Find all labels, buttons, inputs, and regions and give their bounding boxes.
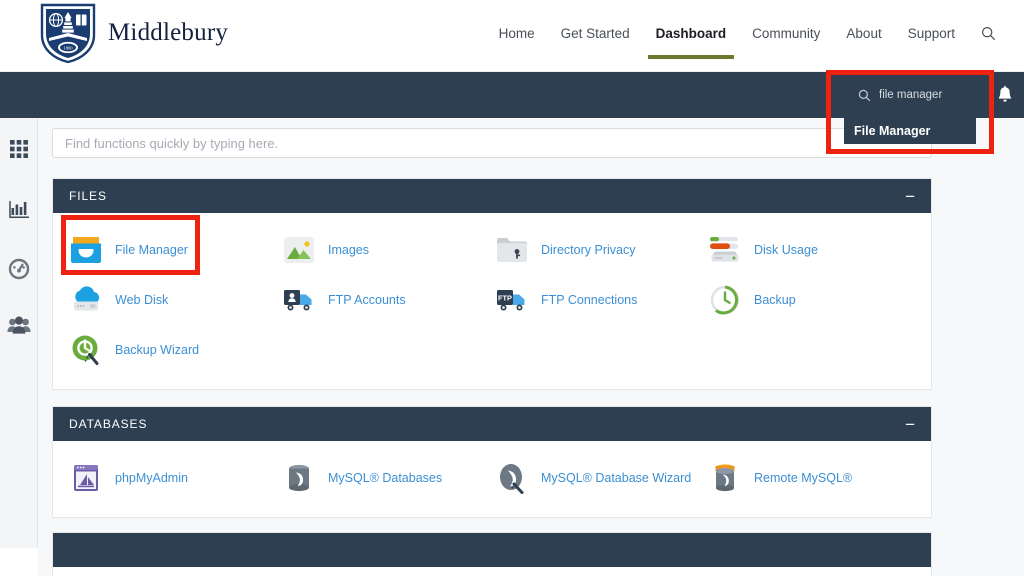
grid-apps-icon [9,139,29,159]
tile-label: File Manager [115,243,188,257]
tile-label: Web Disk [115,293,169,307]
tile-label: phpMyAdmin [115,471,188,485]
directory-privacy-icon [493,231,531,269]
section-next [52,532,932,576]
main-navigation: Home Get Started Dashboard Community Abo… [499,26,996,59]
tile-label: Backup Wizard [115,343,200,357]
tile-backup[interactable]: Backup [692,275,905,325]
sidebar-item-dashboard[interactable] [0,246,38,292]
nav-item-dashboard[interactable]: Dashboard [647,26,734,59]
tile-remote-mysql[interactable]: Remote MySQL® [692,453,905,503]
tile-ftp-accounts[interactable]: FTP Accounts [266,275,479,325]
topbar-search[interactable] [836,72,988,118]
main-content: FILES − File Manager [38,118,1024,576]
tile-file-manager[interactable]: File Manager [53,225,266,275]
section-files-body: File Manager Images Directory Privacy Di… [53,213,931,389]
nav-item-community[interactable]: Community [752,26,820,59]
cpanel-dashboard-page: 1800 Middlebury Home Get Started Dashboa… [0,0,1024,576]
brand-name: Middlebury [108,19,229,46]
file-manager-icon [67,231,105,269]
users-group-icon [7,315,31,335]
disk-usage-icon [706,231,744,269]
ftp-connections-icon: FTP [493,281,531,319]
tile-mysql-databases[interactable]: MySQL® Databases [266,453,479,503]
svg-text:FTP: FTP [498,294,512,303]
sidebar-item-apps[interactable] [0,126,38,172]
section-next-header [53,533,931,567]
topbar-search-input[interactable] [879,89,979,101]
section-files-header: FILES − [53,179,931,213]
tile-row: File Manager Images Directory Privacy Di… [53,225,931,275]
bar-chart-icon [8,199,30,220]
bell-icon[interactable] [994,84,1016,106]
nav-item-home[interactable]: Home [499,26,535,59]
tile-label: FTP Connections [541,293,638,307]
tile-mysql-database-wizard[interactable]: MySQL® Database Wizard [479,453,692,503]
search-suggestion-file-manager[interactable]: File Manager [844,118,976,144]
shield-year: 1800 [63,46,73,51]
dark-toolbar [0,72,1024,118]
sidebar-item-statistics[interactable] [0,186,38,232]
tile-label: Images [328,243,369,257]
section-databases: DATABASES − phpMyAdmin MySQL® Databases … [52,406,932,518]
search-icon [858,89,871,101]
section-databases-title: DATABASES [69,417,148,431]
backup-wizard-icon [67,331,105,369]
mysql-databases-icon [280,459,318,497]
site-header: 1800 Middlebury Home Get Started Dashboa… [0,0,1024,72]
section-files-collapse-button[interactable]: − [905,188,915,205]
mysql-wizard-icon [493,459,531,497]
middlebury-shield-icon: 1800 [40,3,96,64]
tile-backup-wizard[interactable]: Backup Wizard [53,325,266,375]
phpmyadmin-icon [67,459,105,497]
find-functions-input[interactable] [65,135,919,151]
section-databases-header: DATABASES − [53,407,931,441]
tile-web-disk[interactable]: Web Disk [53,275,266,325]
web-disk-icon [67,281,105,319]
tile-label: MySQL® Databases [328,471,443,485]
sidebar-item-users[interactable] [0,302,38,348]
backup-icon [706,281,744,319]
section-files: FILES − File Manager Images Directory Pr… [52,178,932,390]
tile-label: Disk Usage [754,243,818,257]
tile-phpmyadmin[interactable]: phpMyAdmin [53,453,266,503]
tile-row: phpMyAdmin MySQL® Databases MySQL® Datab… [53,453,931,503]
nav-item-get-started[interactable]: Get Started [561,26,630,59]
left-icon-rail [0,118,38,548]
tile-label: Directory Privacy [541,243,636,257]
remote-mysql-icon [706,459,744,497]
gauge-icon [8,258,30,280]
nav-item-support[interactable]: Support [908,26,955,59]
section-databases-collapse-button[interactable]: − [905,416,915,433]
images-icon [280,231,318,269]
tile-disk-usage[interactable]: Disk Usage [692,225,905,275]
find-functions-bar[interactable] [52,128,932,158]
search-icon[interactable] [981,26,996,59]
section-files-title: FILES [69,189,107,203]
brand-logo[interactable]: 1800 Middlebury [40,2,228,64]
tile-row: Backup Wizard [53,325,931,375]
tile-label: Remote MySQL® [754,471,853,485]
tile-label: MySQL® Database Wizard [541,471,692,485]
tile-ftp-connections[interactable]: FTP FTP Connections [479,275,692,325]
section-databases-body: phpMyAdmin MySQL® Databases MySQL® Datab… [53,441,931,517]
ftp-accounts-icon [280,281,318,319]
tile-directory-privacy[interactable]: Directory Privacy [479,225,692,275]
tile-label: Backup [754,293,796,307]
tile-row: Web Disk FTP Accounts FTP FTP Connection… [53,275,931,325]
nav-item-about[interactable]: About [846,26,881,59]
tile-images[interactable]: Images [266,225,479,275]
tile-label: FTP Accounts [328,293,406,307]
